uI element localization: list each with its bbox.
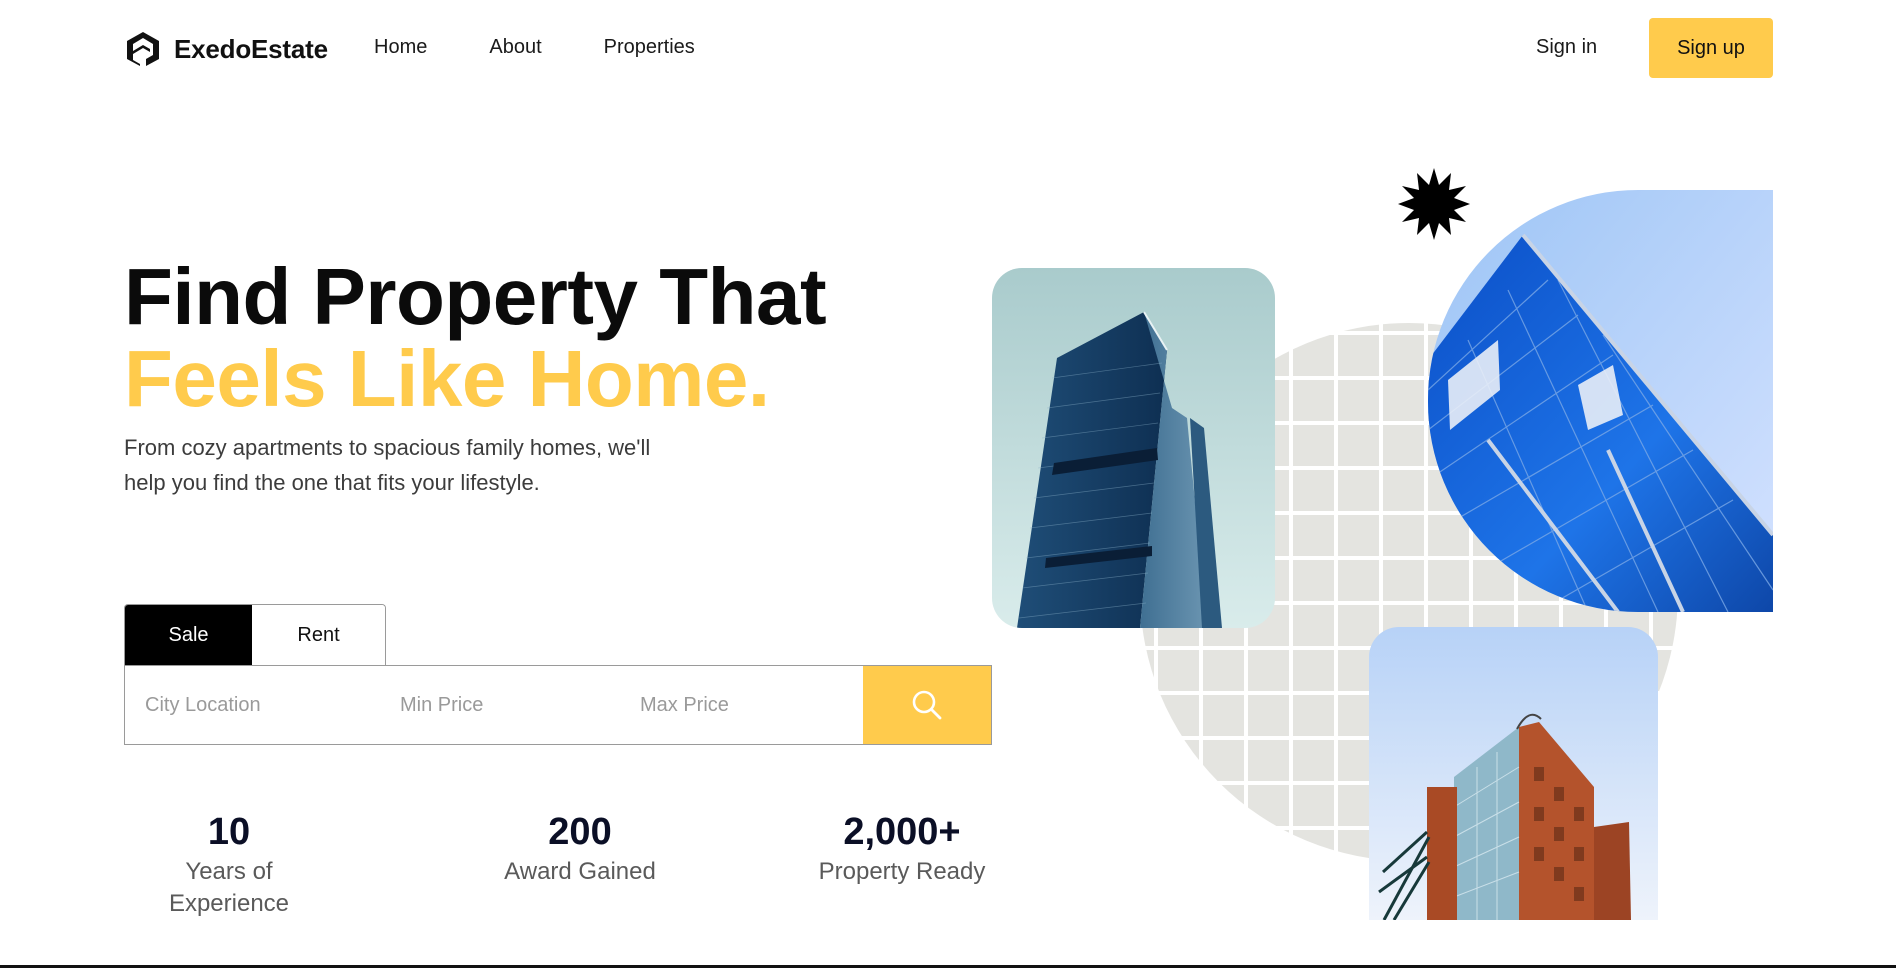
- nav-link-home[interactable]: Home: [374, 36, 427, 59]
- glass-building-image: [1428, 190, 1773, 612]
- tower-building-image: [992, 268, 1275, 628]
- city-location-input[interactable]: [125, 666, 380, 744]
- brick-building-image: [1369, 627, 1658, 920]
- stat-awards: 200 Award Gained: [480, 808, 680, 888]
- property-search-bar: [124, 665, 992, 745]
- stat-label: Award Gained: [504, 858, 656, 885]
- brand-logo[interactable]: ExedoEstate: [124, 30, 328, 68]
- tab-sale[interactable]: Sale: [125, 605, 252, 666]
- logo-icon: [127, 32, 159, 66]
- main-nav: Home About Properties: [374, 36, 695, 59]
- landing-page: ExedoEstate Home About Properties Sign i…: [0, 0, 1896, 968]
- search-button[interactable]: [863, 666, 991, 744]
- nav-link-properties[interactable]: Properties: [604, 36, 695, 59]
- stat-label: Property Ready: [818, 858, 986, 885]
- sign-up-button[interactable]: Sign up: [1649, 18, 1773, 78]
- max-price-input[interactable]: [620, 666, 863, 744]
- hero-title-line-2: Feels Like Home.: [124, 334, 770, 423]
- hero-title: Find Property That Feels Like Home.: [124, 252, 827, 423]
- sign-in-link[interactable]: Sign in: [1536, 36, 1597, 59]
- search-icon: [912, 690, 942, 720]
- nav-link-about[interactable]: About: [489, 36, 541, 59]
- hero-subtitle: From cozy apartments to spacious family …: [124, 435, 651, 495]
- stat-experience: 10 Years of Experience: [124, 808, 334, 920]
- min-price-input[interactable]: [380, 666, 620, 744]
- stat-value: 2,000+: [843, 811, 961, 853]
- stat-value: 200: [548, 811, 612, 853]
- stat-properties: 2,000+ Property Ready: [812, 808, 992, 888]
- tab-rent[interactable]: Rent: [252, 605, 385, 666]
- starburst-icon: [1398, 168, 1470, 240]
- stat-label: Years of Experience: [168, 858, 290, 917]
- grid-circle-decoration: [1140, 323, 1678, 861]
- hero-title-line-1: Find Property That: [124, 252, 827, 341]
- brand-name: ExedoEstate: [174, 33, 328, 64]
- stat-value: 10: [207, 811, 251, 853]
- listing-type-tabs: Sale Rent: [124, 604, 386, 666]
